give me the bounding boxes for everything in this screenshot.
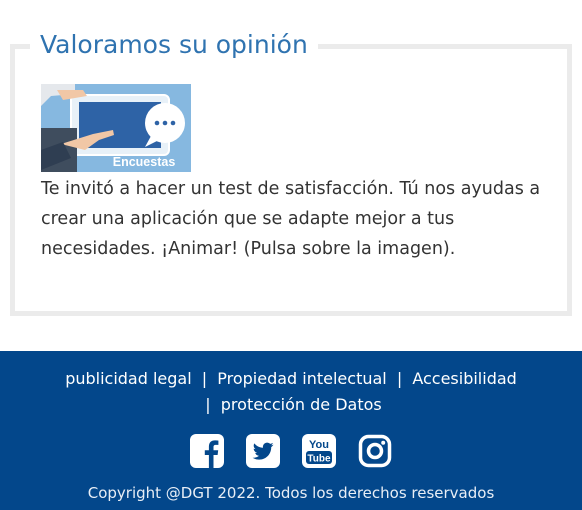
feedback-title: Valoramos su opinión: [30, 28, 318, 62]
link-propiedad-intelectual[interactable]: Propiedad intelectual: [217, 369, 386, 388]
instagram-icon: [358, 434, 392, 468]
twitter-link[interactable]: [246, 434, 280, 468]
link-separator: |: [396, 369, 403, 388]
link-proteccion-de-datos[interactable]: protección de Datos: [221, 395, 382, 414]
youtube-link[interactable]: You Tube: [302, 434, 336, 468]
feedback-description: Te invitó a hacer un test de satisfacció…: [41, 179, 541, 259]
youtube-icon: You Tube: [302, 434, 336, 468]
facebook-link[interactable]: [190, 434, 224, 468]
link-publicidad-legal[interactable]: publicidad legal: [65, 369, 191, 388]
copyright-text: Copyright @DGT 2022. Todos los derechos …: [87, 484, 495, 502]
instagram-link[interactable]: [358, 434, 392, 468]
link-separator: |: [205, 395, 211, 414]
twitter-icon: [246, 434, 280, 468]
link-accesibilidad[interactable]: Accesibilidad: [412, 369, 517, 388]
survey-image-link[interactable]: Encuestas: [41, 84, 191, 172]
survey-image-label: Encuestas: [113, 155, 176, 169]
social-icons: You Tube: [0, 434, 582, 470]
youtube-text-tube: Tube: [307, 454, 331, 465]
facebook-icon: [190, 434, 224, 468]
footer-links: publicidad legal | Propiedad intelectual…: [0, 366, 582, 418]
youtube-text-you: You: [309, 439, 329, 451]
footer: publicidad legal | Propiedad intelectual…: [0, 351, 582, 510]
link-separator: |: [201, 369, 208, 388]
